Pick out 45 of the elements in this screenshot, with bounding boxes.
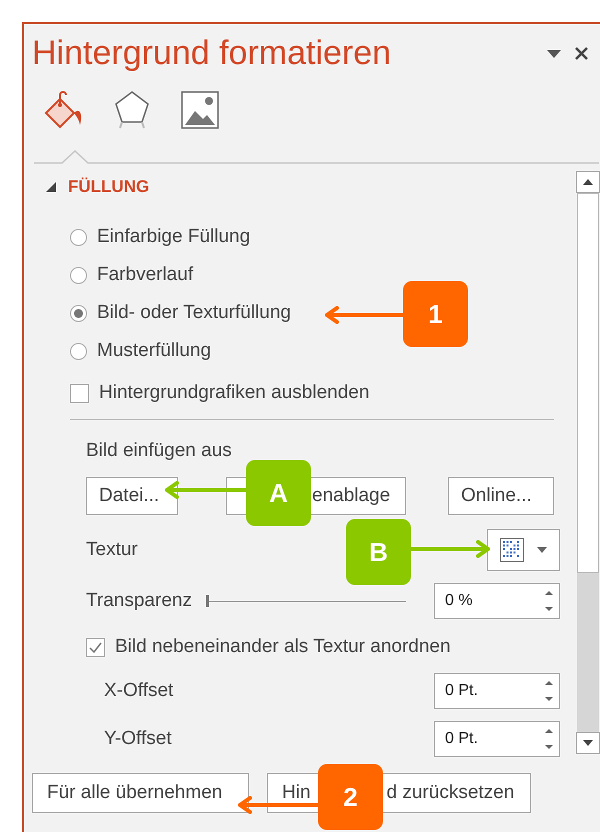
picture-icon (181, 91, 219, 129)
caret-icon (536, 547, 547, 553)
button[interactable]: Für alle übernehmen (32, 773, 249, 813)
radio-button[interactable] (70, 304, 87, 322)
transparency-field[interactable]: 0 % (434, 583, 560, 619)
collapse-icon[interactable] (46, 182, 56, 192)
radio-button[interactable] (70, 342, 87, 360)
checkbox[interactable] (70, 384, 89, 402)
offset-field[interactable]: 0 Pt. (434, 721, 560, 757)
radio-label: Musterfüllung (97, 340, 212, 362)
scroll-down-button[interactable] (576, 732, 600, 754)
radio-button[interactable] (70, 228, 87, 246)
group-label: Bild einfügen aus (86, 440, 233, 462)
caret-icon (583, 740, 593, 746)
pentagon-icon (113, 90, 151, 130)
callout-tooltip: B (346, 519, 411, 585)
dropdown-icon[interactable] (547, 50, 561, 58)
radio-button[interactable] (70, 266, 87, 284)
panel-title: Hintergrund formatieren (32, 34, 392, 73)
field-label: Textur (86, 539, 138, 561)
checkbox[interactable] (86, 638, 105, 656)
callout-tooltip: A (246, 460, 311, 526)
radio-label: Farbverlauf (97, 264, 194, 286)
checkbox-label: Bild nebeneinander als Textur anordnen (115, 636, 451, 658)
caret-icon (583, 179, 593, 185)
texture-dropdown[interactable] (487, 529, 560, 571)
radio-label: Bild- oder Texturfüllung (97, 302, 291, 324)
button[interactable]: Datei... (86, 477, 178, 515)
field-label: Y-Offset (104, 728, 172, 750)
texture-icon (500, 538, 524, 562)
offset-field[interactable]: 0 Pt. (434, 673, 560, 709)
callout-tooltip: 2 (318, 764, 383, 830)
field-label: X-Offset (104, 680, 174, 702)
checkbox-label: Hintergrundgrafiken ausblenden (99, 382, 370, 404)
radio-label: Einfarbige Füllung (97, 226, 250, 248)
section-title[interactable]: FÜLLUNG (68, 177, 150, 197)
slider-thumb[interactable] (206, 595, 209, 607)
callout-tooltip: 1 (403, 281, 468, 347)
scrollbar-thumb[interactable] (577, 193, 599, 573)
scroll-up-button[interactable] (576, 171, 600, 193)
button[interactable]: Online... (448, 477, 554, 515)
field-label: Transparenz (86, 590, 192, 612)
check-icon (89, 642, 102, 652)
slider-track[interactable] (206, 595, 406, 607)
close-icon[interactable] (575, 47, 588, 60)
